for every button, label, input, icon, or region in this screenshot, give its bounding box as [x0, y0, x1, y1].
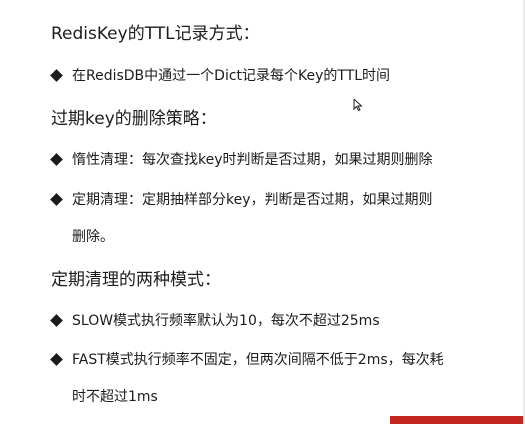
mouse-pointer-icon [353, 99, 363, 111]
diamond-bullet-icon [50, 69, 63, 82]
heading-periodic-modes: 定期清理的两种模式： [51, 270, 221, 290]
bullet-text: SLOW模式执行频率默认为10，每次不超过25ms [72, 313, 380, 329]
diamond-bullet-icon [50, 353, 63, 366]
heading-ttl-record: RedisKey的TTL记录方式： [51, 24, 260, 44]
bullet-text: 定期清理：定期抽样部分key，判断是否过期，如果过期则 [72, 192, 433, 208]
bullet-continuation: 删除。 [72, 229, 114, 245]
accent-bar [390, 416, 525, 424]
bullet-continuation: 时不超过1ms [72, 389, 158, 405]
diamond-bullet-icon [50, 314, 63, 327]
heading-expired-key-strategy: 过期key的删除策略： [51, 109, 217, 129]
bullet-text: FAST模式执行频率不固定，但两次间隔不低于2ms，每次耗 [72, 352, 444, 368]
bullet-text: 惰性清理：每次查找key时判断是否过期，如果过期则删除 [72, 152, 433, 168]
bullet-text: 在RedisDB中通过一个Dict记录每个Key的TTL时间 [72, 68, 391, 84]
diamond-bullet-icon [50, 153, 63, 166]
diamond-bullet-icon [50, 193, 63, 206]
